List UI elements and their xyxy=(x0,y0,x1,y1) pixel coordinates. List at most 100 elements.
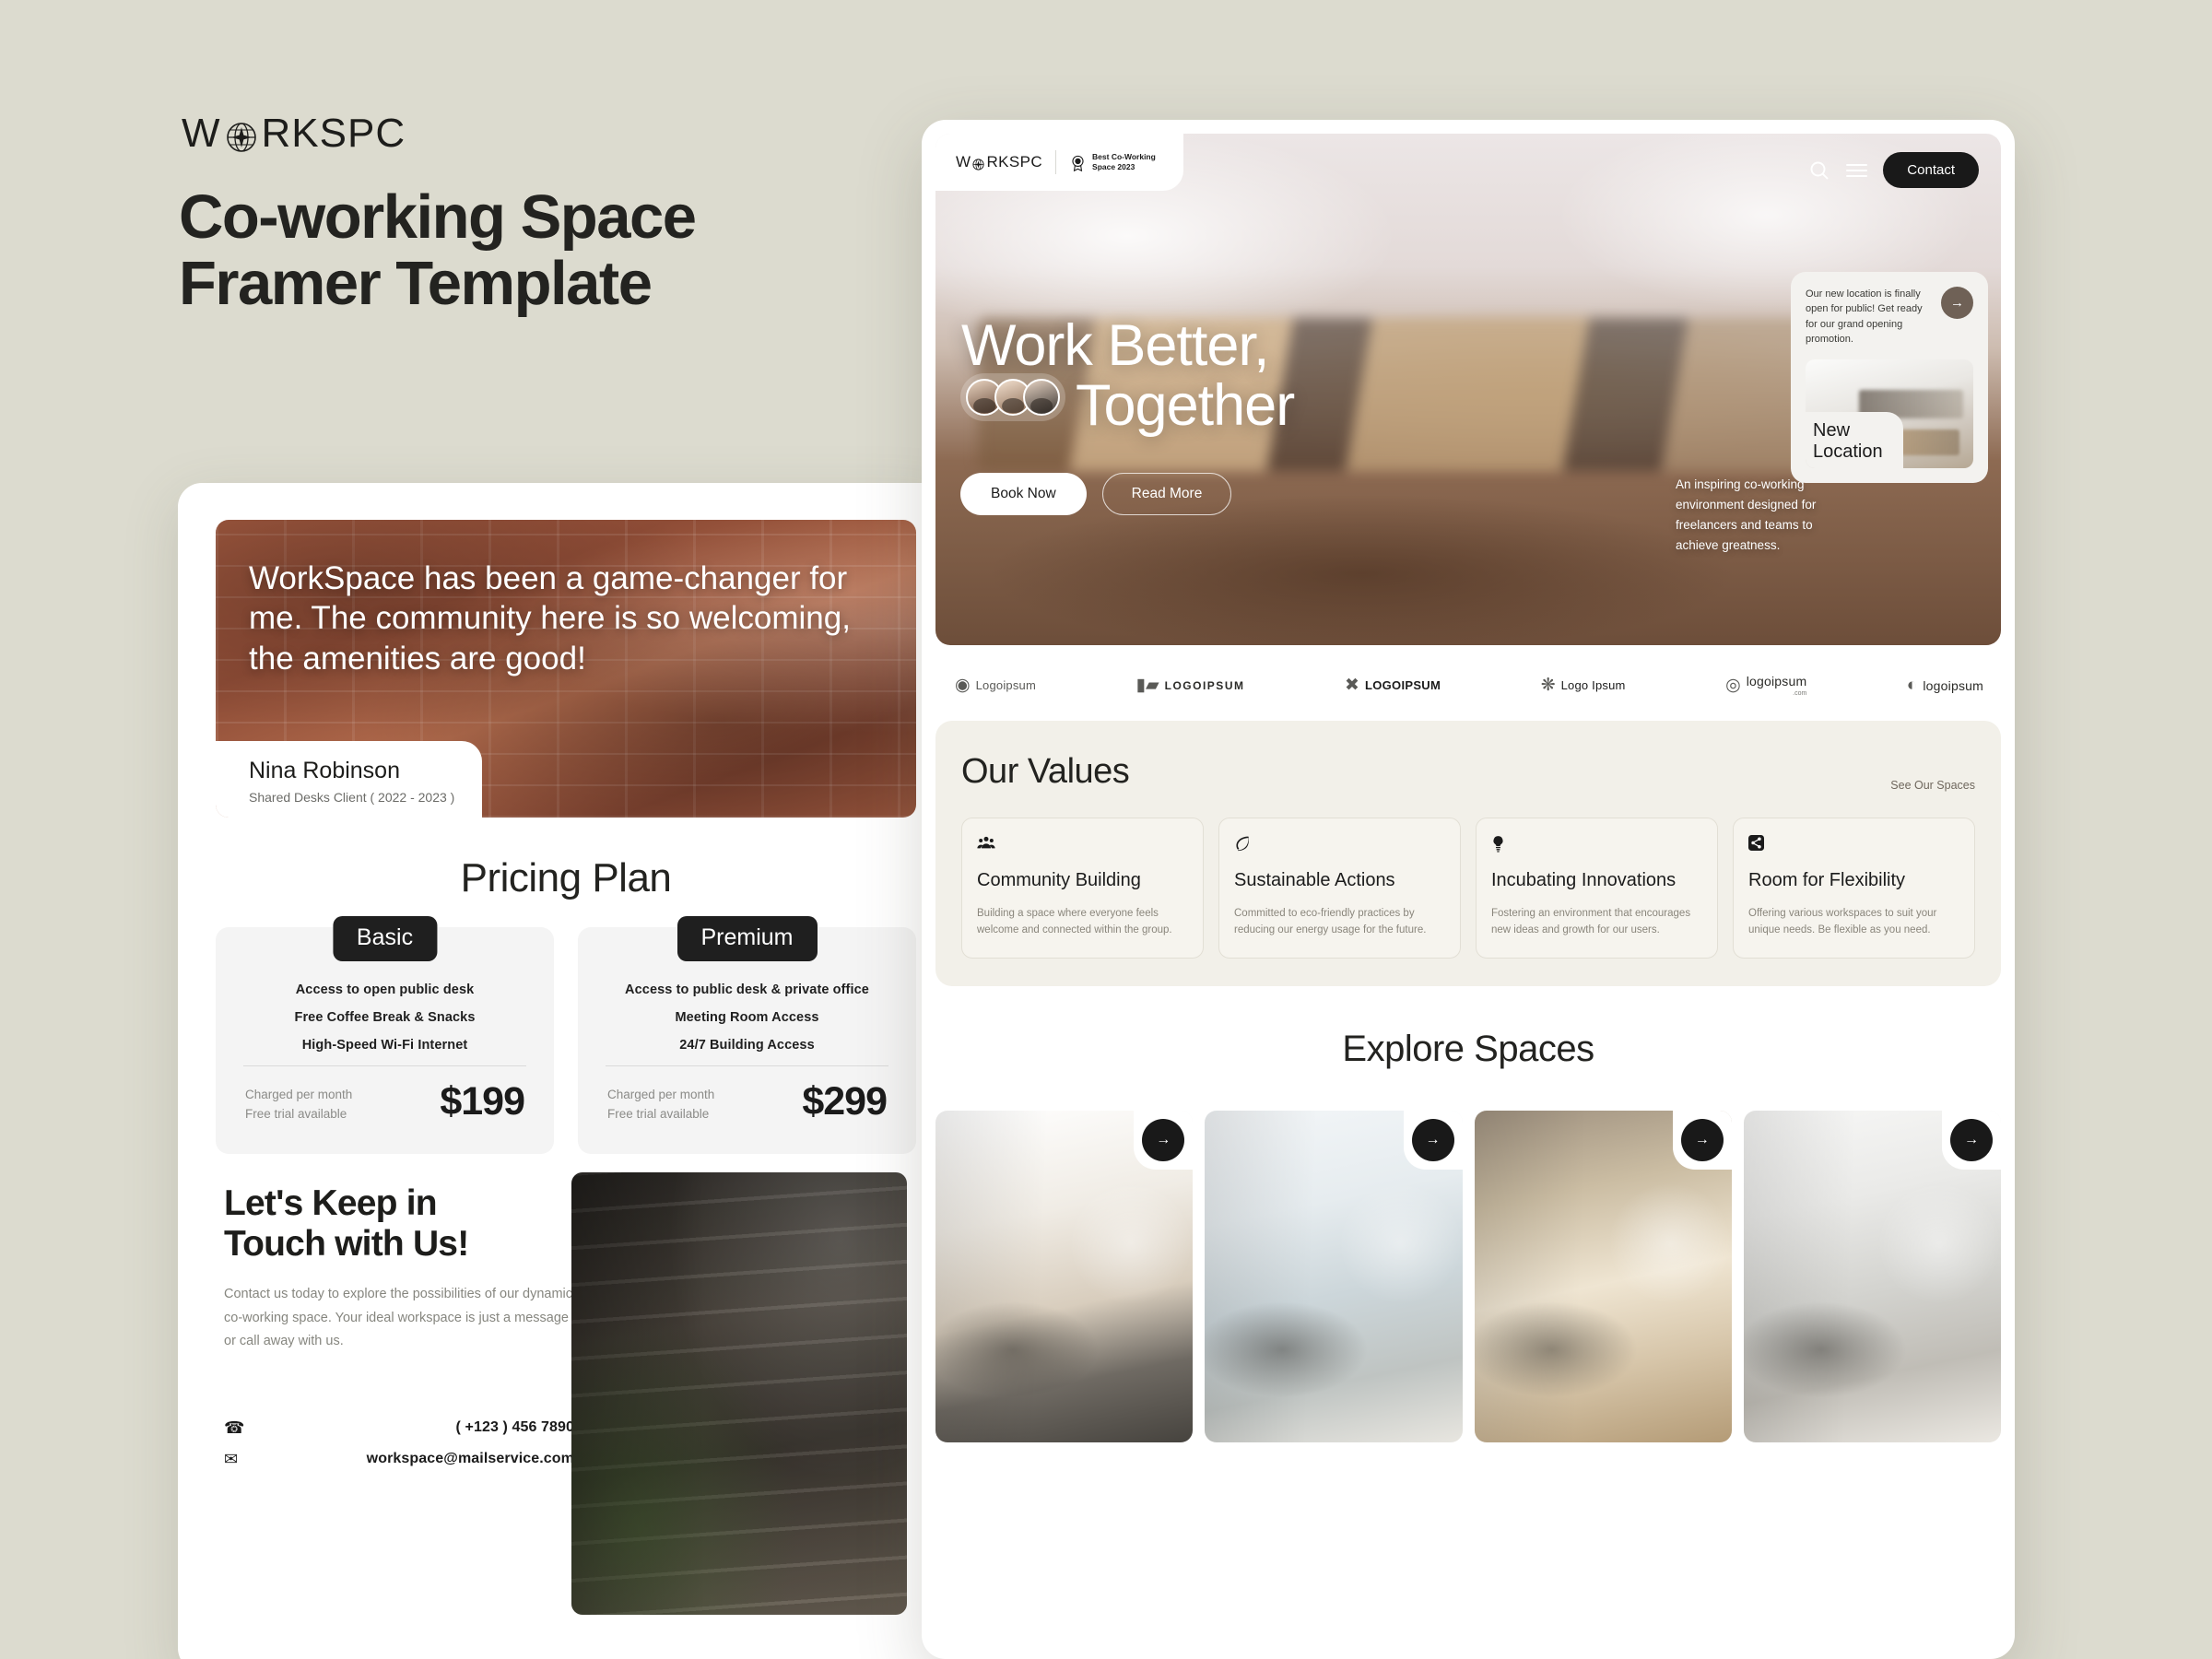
arrow-right-icon[interactable]: → xyxy=(1411,1118,1454,1161)
plan-footer: Charged per month Free trial available $… xyxy=(602,1066,892,1124)
arrow-right-icon[interactable]: → xyxy=(1941,287,1973,319)
value-card-room-for-flexibility[interactable]: Room for Flexibility Offering various wo… xyxy=(1733,818,1975,959)
plan-note-line-2: Free trial available xyxy=(245,1107,347,1122)
partner-logo: ◐ logoipsum xyxy=(1907,677,1983,694)
partner-logo: ❋ Logo Ipsum xyxy=(1541,677,1626,694)
pricing-plan-premium[interactable]: Premium Access to public desk & private … xyxy=(578,916,916,1154)
page-title-line-2: Framer Template xyxy=(179,249,653,319)
plan-note-line-2: Free trial available xyxy=(607,1107,710,1122)
brand-name-prefix: W xyxy=(182,111,221,156)
hero-title-line-1: Work Better, xyxy=(961,313,1269,378)
value-description: Fostering an environment that encourages… xyxy=(1491,907,1691,936)
share-nodes-icon xyxy=(1748,835,1959,855)
contact-details: ☎ ( +123 ) 456 7890 ✉ workspace@mailserv… xyxy=(224,1419,574,1467)
testimonial-author-name: Nina Robinson xyxy=(249,758,400,783)
space-card-open-floor-workspace[interactable]: → xyxy=(1743,1110,2001,1442)
plan-note: Charged per month Free trial available xyxy=(245,1086,352,1124)
left-preview-card: WorkSpace has been a game-changer for me… xyxy=(178,483,950,1659)
contact-row-email[interactable]: ✉ workspace@mailservice.com xyxy=(224,1451,574,1467)
values-title: Our Values xyxy=(961,752,1130,791)
plan-badge-premium: Premium xyxy=(677,916,818,961)
logo-mark-icon: ✖ xyxy=(1345,676,1359,695)
site-navbar: W RKSPC Best Co-Working Space 2023 xyxy=(935,134,1183,191)
logo-mark-icon: ▮▰ xyxy=(1135,676,1159,695)
partner-logo: ◎ logoipsum .com xyxy=(1725,674,1806,697)
promo-image: New Location xyxy=(1806,359,1973,469)
promo-new-location-card[interactable]: → Our new location is finally open for p… xyxy=(1791,272,1988,484)
value-card-incubating-innovations[interactable]: Incubating Innovations Fostering an envi… xyxy=(1476,818,1718,959)
plan-feature-list: Access to open public desk Free Coffee B… xyxy=(240,982,530,1053)
space-card-private-office[interactable]: → xyxy=(935,1110,1194,1442)
value-card-community-building[interactable]: Community Building Building a space wher… xyxy=(961,818,1204,959)
promo-label: New Location xyxy=(1806,412,1903,469)
value-title: Incubating Innovations xyxy=(1491,870,1677,890)
promo-label-line-1: New xyxy=(1813,420,1851,441)
read-more-button[interactable]: Read More xyxy=(1101,473,1232,515)
promo-label-line-2: Location xyxy=(1813,441,1883,462)
hero-subtext: An inspiring co-working environment desi… xyxy=(1676,477,1817,552)
our-values-section: Our Values See Our Spaces Community Buil… xyxy=(935,721,2001,986)
brand-logo: W RKSPC xyxy=(182,111,406,157)
testimonial-card: WorkSpace has been a game-changer for me… xyxy=(216,520,916,818)
brand-name-suffix: RKSPC xyxy=(261,111,406,156)
contact-row-phone[interactable]: ☎ ( +123 ) 456 7890 xyxy=(224,1419,574,1436)
logo-mark-icon: ◉ xyxy=(955,676,971,695)
logo-text: logoipsum xyxy=(1746,674,1807,688)
arrow-right-icon[interactable]: → xyxy=(1680,1118,1724,1161)
testimonial-author-role: Shared Desks Client ( 2022 - 2023 ) xyxy=(249,790,455,805)
site-brand-prefix: W xyxy=(956,153,971,171)
avatar xyxy=(1023,379,1060,416)
arrow-right-icon[interactable]: → xyxy=(1950,1118,1993,1161)
site-brand-logo[interactable]: W RKSPC xyxy=(956,153,1042,171)
navbar-divider xyxy=(1055,150,1057,174)
plan-note-line-1: Charged per month xyxy=(607,1088,715,1102)
people-group-icon xyxy=(977,835,1188,855)
plan-footer: Charged per month Free trial available $… xyxy=(240,1066,530,1124)
search-icon[interactable] xyxy=(1808,159,1830,182)
explore-spaces-grid: → → → → xyxy=(922,1110,2015,1442)
award-badge-line-2: Space 2023 xyxy=(1092,162,1135,171)
partner-logo-strip: ◉ Logoipsum ▮▰ LOGOIPSUM ✖ LOGOIPSUM ❋ L… xyxy=(922,659,2015,713)
value-description: Committed to eco-friendly practices by r… xyxy=(1234,907,1427,936)
plan-feature: Meeting Room Access xyxy=(675,1010,819,1025)
phone-icon: ☎ xyxy=(224,1418,245,1438)
value-description: Offering various workspaces to suit your… xyxy=(1748,907,1937,936)
logo-mark-icon: ❋ xyxy=(1540,676,1556,695)
hamburger-menu-icon[interactable] xyxy=(1846,163,1868,177)
award-badge: Best Co-Working Space 2023 xyxy=(1069,152,1156,172)
contact-button[interactable]: Contact xyxy=(1883,152,1979,188)
screenshot-root: W RKSPC Co-working Space Framer Template… xyxy=(0,0,2212,1659)
logo-text: logoipsum xyxy=(1923,677,1983,693)
contact-section: Let's Keep in Touch with Us! Contact us … xyxy=(224,1183,574,1482)
site-preview-panel: W RKSPC Best Co-Working Space 2023 Conta… xyxy=(922,120,2015,1659)
plan-feature: 24/7 Building Access xyxy=(679,1038,815,1053)
values-header: Our Values See Our Spaces xyxy=(961,752,1975,792)
logo-text: Logoipsum xyxy=(975,678,1036,692)
member-avatar-group xyxy=(960,373,1065,421)
partner-logo: ✖ LOGOIPSUM xyxy=(1345,677,1441,694)
mail-icon: ✉ xyxy=(224,1450,239,1469)
value-title: Community Building xyxy=(977,870,1141,890)
promo-text: Our new location is finally open for pub… xyxy=(1806,288,1923,345)
logo-mark-icon: ◎ xyxy=(1725,676,1741,695)
arrow-right-icon[interactable]: → xyxy=(1142,1118,1185,1161)
space-card-meeting-room[interactable]: → xyxy=(1474,1110,1732,1442)
pricing-section-title: Pricing Plan xyxy=(460,855,672,900)
pricing-plan-basic[interactable]: Basic Access to open public desk Free Co… xyxy=(216,916,554,1154)
value-card-sustainable-actions[interactable]: Sustainable Actions Committed to eco-fri… xyxy=(1218,818,1461,959)
value-description: Building a space where everyone feels we… xyxy=(977,907,1172,936)
space-card-open-desk-office[interactable]: → xyxy=(1205,1110,1463,1442)
globe-icon xyxy=(971,158,985,171)
contact-title-line-2: Touch with Us! xyxy=(224,1224,469,1265)
plan-price: $299 xyxy=(802,1079,888,1124)
contact-title: Let's Keep in Touch with Us! xyxy=(224,1183,574,1265)
hero-section: W RKSPC Best Co-Working Space 2023 Conta… xyxy=(935,134,2001,645)
plan-badge-basic: Basic xyxy=(332,916,438,961)
plan-note: Charged per month Free trial available xyxy=(607,1086,714,1124)
page-title-line-1: Co-working Space xyxy=(179,182,697,252)
partner-logo: ◉ Logoipsum xyxy=(955,677,1036,694)
partner-logo: ▮▰ LOGOIPSUM xyxy=(1136,677,1245,694)
values-card-grid: Community Building Building a space wher… xyxy=(961,818,1975,959)
book-now-button[interactable]: Book Now xyxy=(960,473,1087,515)
see-our-spaces-link[interactable]: See Our Spaces xyxy=(1890,779,1975,792)
